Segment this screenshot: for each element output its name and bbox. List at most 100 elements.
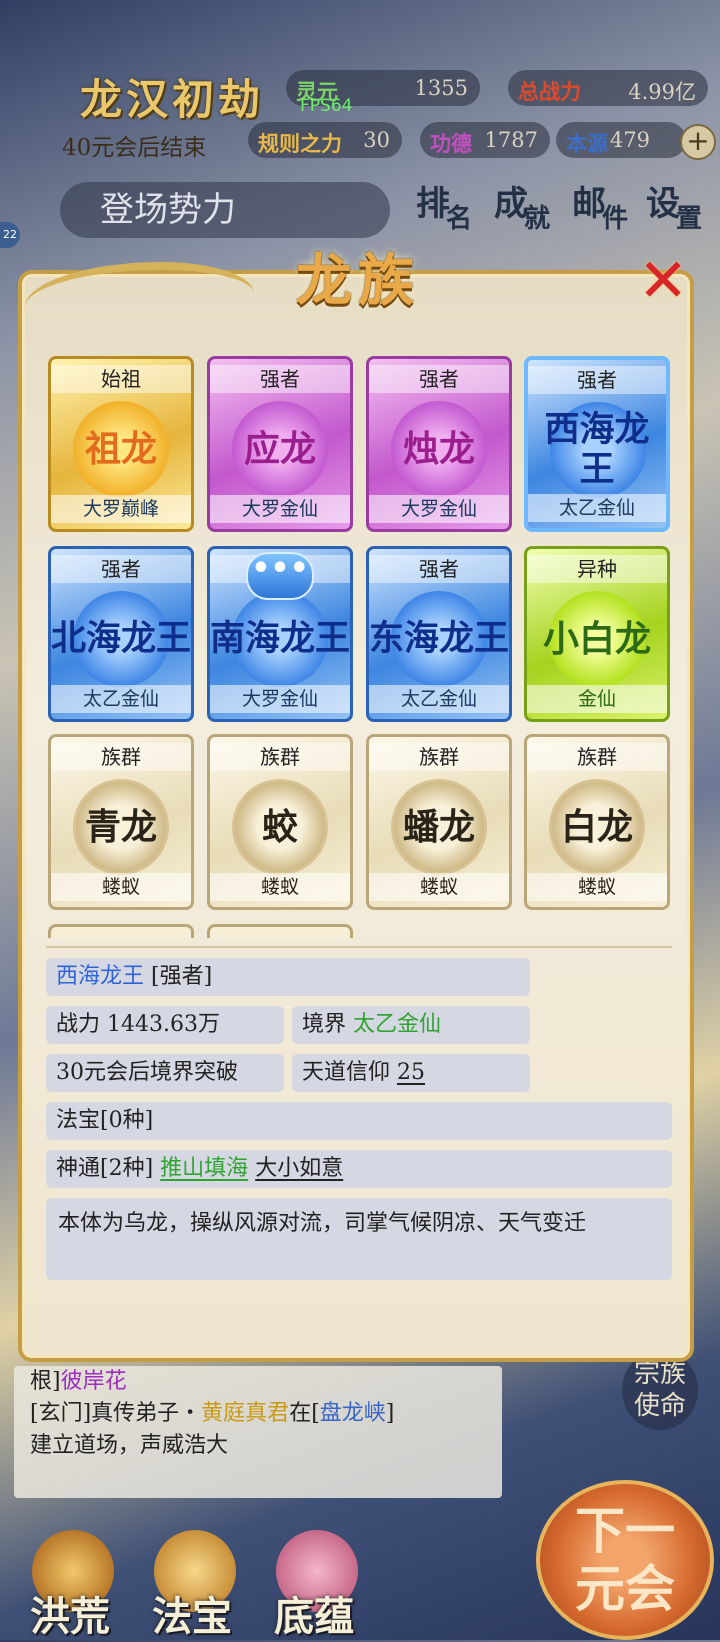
ranking-button[interactable]: 排 名 xyxy=(416,176,486,242)
detail-faith[interactable]: 25 xyxy=(397,1060,425,1085)
btn-char: 置 xyxy=(676,204,703,234)
card-name: 北海龙王 xyxy=(51,618,192,659)
faction-button[interactable]: 登场势力 xyxy=(60,182,390,238)
btn-char: 成 xyxy=(494,184,528,224)
character-card[interactable]: 始祖 祖龙 大罗巅峰 xyxy=(48,356,194,532)
card-name: 小白龙 xyxy=(542,618,651,660)
card-realm: 太乙金仙 xyxy=(528,494,666,522)
achievement-button[interactable]: 成 就 xyxy=(494,176,564,242)
detail-breakthrough: 30元会后境界突破 xyxy=(56,1060,238,1085)
character-card[interactable]: 异种 小白龙 金仙 xyxy=(524,546,670,722)
card-realm: 太乙金仙 xyxy=(369,685,509,713)
stat-origin: 本源 479 xyxy=(556,122,686,158)
character-card[interactable]: 族群 蛟 蝼蚁 xyxy=(207,734,353,910)
detail-description: 本体为乌龙，操纵风源对流，司掌气候阴凉、天气变迁 xyxy=(46,1198,672,1280)
card-name: 西海龙王 xyxy=(544,409,650,490)
card-name: 东海龙王 xyxy=(369,618,510,659)
detail-power: 1443.63万 xyxy=(107,1012,220,1037)
log-line: 建立道场，声威浩大 xyxy=(30,1433,229,1458)
character-card-selected[interactable]: 强者 西海龙王 太乙金仙 xyxy=(524,356,670,532)
skill-link[interactable]: 大小如意 xyxy=(255,1156,343,1181)
card-realm: 蝼蚁 xyxy=(527,873,667,901)
detail-faith-row: 天道信仰 25 xyxy=(292,1054,530,1092)
card-name: 蛟 xyxy=(261,806,298,848)
character-card[interactable]: 强者 东海龙王 太乙金仙 xyxy=(366,546,512,722)
card-rank: 始祖 xyxy=(51,365,191,393)
stat-key: 规则之力 xyxy=(258,131,342,156)
log-text: 在[ xyxy=(289,1401,320,1426)
card-realm: 蝼蚁 xyxy=(210,873,350,901)
log-text: 根] xyxy=(30,1369,61,1394)
heritage-button[interactable]: 底蕴 xyxy=(254,1530,374,1640)
add-resource-button[interactable]: + xyxy=(680,124,716,160)
chat-bubble-icon[interactable]: ••• xyxy=(246,552,314,600)
era-title: 龙汉初劫 xyxy=(80,75,265,124)
btn-line: 宗族 xyxy=(633,1359,686,1389)
stat-value: 479 xyxy=(609,128,650,152)
detail-realm-row: 境界 太乙金仙 xyxy=(292,1006,530,1044)
character-card[interactable]: 族群 青龙 蝼蚁 xyxy=(48,734,194,910)
detail-label: 神通[2种] xyxy=(56,1156,154,1181)
world-button[interactable]: 洪荒 xyxy=(10,1530,130,1640)
card-rank: 族群 xyxy=(210,743,350,771)
character-card[interactable]: 族群 白龙 蝼蚁 xyxy=(524,734,670,910)
next-era-button[interactable]: 下一 元会 xyxy=(536,1480,714,1640)
card-rank: 异种 xyxy=(527,555,667,583)
fps-counter: FPS64 xyxy=(300,96,353,116)
detail-power-row: 战力 1443.63万 xyxy=(46,1006,284,1044)
card-rank: 强者 xyxy=(210,365,350,393)
btn-char: 就 xyxy=(524,204,551,234)
mail-button[interactable]: 邮 件 xyxy=(572,176,642,242)
btn-line: 下一 xyxy=(575,1501,675,1560)
stat-value: 1787 xyxy=(484,128,538,152)
card-partial[interactable] xyxy=(48,924,194,938)
log-text: [玄门]真传弟子・ xyxy=(30,1401,202,1426)
btn-char: 邮 xyxy=(572,184,606,224)
card-name: 南海龙王 xyxy=(210,618,351,659)
card-rank: 族群 xyxy=(369,743,509,771)
log-highlight: 黄庭真君 xyxy=(201,1401,290,1426)
card-realm: 金仙 xyxy=(527,685,667,713)
card-realm: 大罗金仙 xyxy=(369,495,509,523)
card-rank: 强者 xyxy=(369,555,509,583)
detail-name-row: 西海龙王 [强者] xyxy=(46,958,530,996)
event-log: 根]彼岸花 [玄门]真传弟子・黄庭真君在[盘龙峡] 建立道场，声威浩大 xyxy=(14,1366,502,1498)
card-realm: 蝼蚁 xyxy=(51,873,191,901)
card-partial[interactable] xyxy=(207,924,353,938)
btn-char: 排 xyxy=(416,184,450,224)
card-name: 应龙 xyxy=(243,428,316,470)
detail-realm: 太乙金仙 xyxy=(353,1012,442,1037)
card-realm: 大罗巅峰 xyxy=(51,495,191,523)
btn-char: 件 xyxy=(602,204,629,234)
stat-key: 总战力 xyxy=(518,79,581,104)
level-badge: 22 xyxy=(0,222,20,248)
stat-rule-power: 规则之力 30 xyxy=(248,122,402,158)
character-card[interactable]: 强者 北海龙王 太乙金仙 xyxy=(48,546,194,722)
btn-line: 使命 xyxy=(633,1391,686,1421)
detail-label: 境界 xyxy=(302,1012,347,1037)
era-countdown: 40元会后结束 xyxy=(62,135,207,161)
stat-value: 1355 xyxy=(414,76,468,100)
card-realm: 蝼蚁 xyxy=(369,873,509,901)
stat-key: 功德 xyxy=(430,131,472,156)
close-icon[interactable]: ✕ xyxy=(638,251,696,314)
skill-link[interactable]: 推山填海 xyxy=(160,1156,248,1181)
settings-button[interactable]: 设 置 xyxy=(646,176,716,242)
clan-mission-button[interactable]: 宗族 使命 xyxy=(622,1350,698,1430)
character-card[interactable]: 族群 蟠龙 蝼蚁 xyxy=(366,734,512,910)
character-card[interactable]: 强者 应龙 大罗金仙 xyxy=(207,356,353,532)
card-realm: 太乙金仙 xyxy=(51,685,191,713)
card-realm: 大罗金仙 xyxy=(210,685,350,713)
stat-value: 4.99亿 xyxy=(628,80,696,104)
stat-key: 本源 xyxy=(566,131,608,156)
detail-treasure-row: 法宝[0种] xyxy=(46,1102,672,1140)
card-rank: 族群 xyxy=(51,743,191,771)
log-highlight: 彼岸花 xyxy=(60,1369,127,1394)
btn-char: 名 xyxy=(446,204,473,234)
card-rank: 强者 xyxy=(51,555,191,583)
treasure-button[interactable]: 法宝 xyxy=(132,1530,252,1640)
character-card[interactable]: 强者 烛龙 大罗金仙 xyxy=(366,356,512,532)
bottom-label: 洪荒 xyxy=(30,1593,110,1640)
bottom-label: 法宝 xyxy=(152,1593,232,1640)
card-name: 祖龙 xyxy=(84,428,157,470)
